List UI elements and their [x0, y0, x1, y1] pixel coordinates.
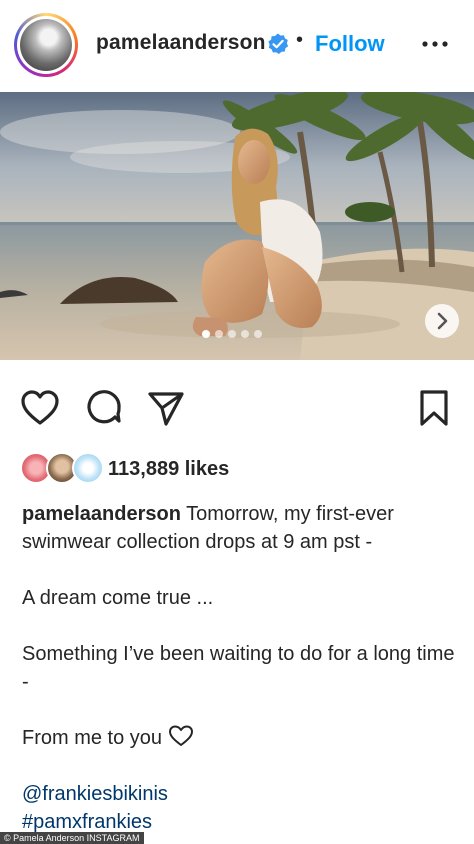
mention-link[interactable]: @frankiesbikinis [22, 780, 462, 808]
likes-count[interactable]: 113,889 likes [108, 458, 229, 481]
carousel-indicator [202, 330, 262, 340]
liker-avatar [72, 452, 104, 484]
photo-credit: © Pamela Anderson INSTAGRAM [0, 832, 144, 844]
next-slide-button[interactable] [425, 304, 459, 338]
bookmark-icon[interactable] [414, 388, 454, 428]
carousel-dot [215, 330, 223, 338]
follow-button[interactable]: Follow [315, 31, 385, 57]
caption-paragraph: From me to you [22, 724, 462, 752]
beach-photo-illustration [0, 92, 474, 360]
caption-paragraph: A dream come true ... [22, 587, 214, 609]
carousel-dot [241, 330, 249, 338]
carousel-dot [228, 330, 236, 338]
carousel-dot [254, 330, 262, 338]
heart-icon[interactable] [20, 388, 60, 428]
carousel-dot [202, 330, 210, 338]
profile-avatar[interactable] [14, 13, 78, 77]
comment-icon[interactable] [84, 388, 124, 428]
caption-paragraph: pamelaanderson Tomorrow, my first-ever s… [22, 500, 462, 556]
caption-text: From me to you [22, 727, 163, 749]
caption-paragraph: Something I’ve been waiting to do for a … [22, 643, 455, 693]
chevron-right-icon [437, 312, 448, 330]
verified-badge-icon [268, 33, 289, 54]
post-header: pamelaanderson • Follow [0, 0, 474, 92]
more-options-icon[interactable] [420, 32, 450, 56]
heart-emoji-icon [168, 725, 193, 746]
post-actions [0, 388, 474, 432]
post-caption: pamelaanderson Tomorrow, my first-ever s… [22, 500, 462, 836]
post-photo[interactable] [0, 92, 474, 360]
send-icon[interactable] [146, 388, 186, 428]
caption-username[interactable]: pamelaanderson [22, 503, 181, 525]
avatar-image [20, 19, 72, 71]
username-link[interactable]: pamelaanderson [96, 31, 266, 55]
separator-dot: • [296, 29, 304, 51]
